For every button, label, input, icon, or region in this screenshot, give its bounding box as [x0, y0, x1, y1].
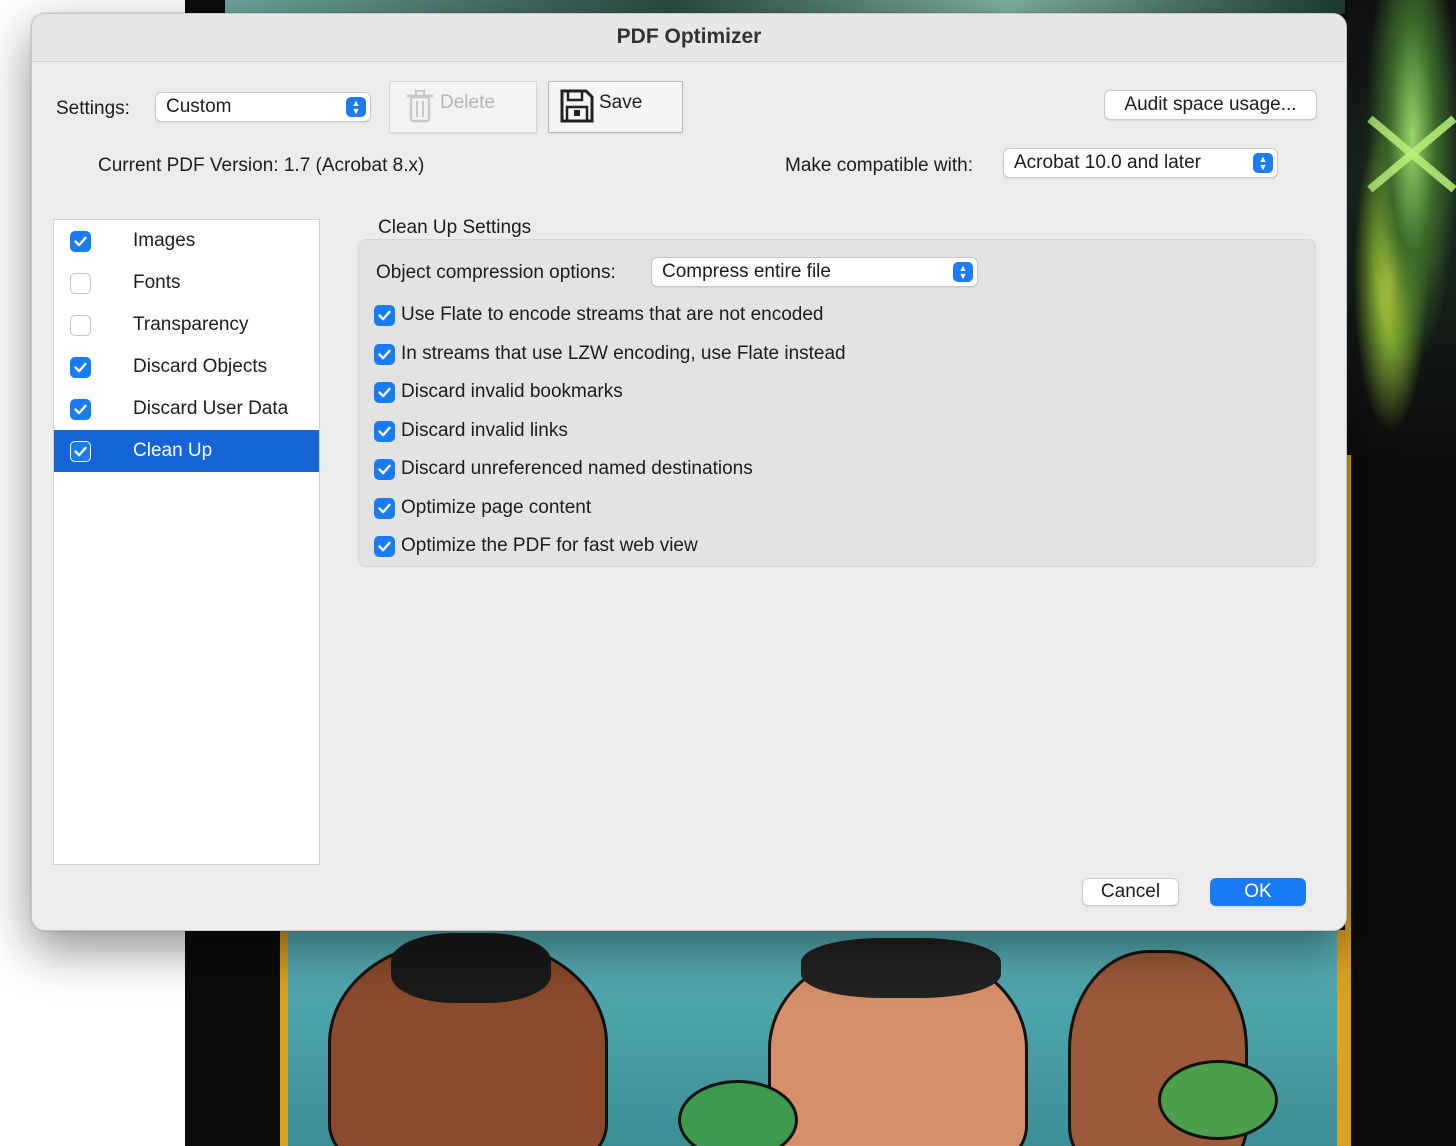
- cleanup-option[interactable]: Discard invalid links: [374, 420, 974, 444]
- cancel-button[interactable]: Cancel: [1082, 878, 1179, 906]
- save-button-label: Save: [599, 92, 643, 113]
- floppy-disk-icon: [560, 89, 594, 123]
- sidebar-item[interactable]: Fonts: [54, 262, 319, 304]
- cleanup-option[interactable]: Optimize page content: [374, 497, 974, 521]
- cleanup-option-label: Discard invalid links: [401, 419, 568, 441]
- sidebar-item-label: Discard Objects: [133, 356, 268, 377]
- cleanup-option-checkbox[interactable]: [374, 420, 395, 442]
- cleanup-option-label: Discard invalid bookmarks: [401, 381, 623, 402]
- background-art-right: [1347, 0, 1456, 460]
- category-list: Images Fonts Transparency Discard Objects Di…: [53, 219, 320, 865]
- sidebar-item-checkbox[interactable]: [70, 231, 91, 252]
- ok-button[interactable]: OK: [1210, 878, 1306, 906]
- cleanup-option-checkbox[interactable]: [374, 343, 395, 365]
- cleanup-option-label: Use Flate to encode streams that are not…: [401, 304, 824, 325]
- sidebar-item[interactable]: Transparency: [54, 304, 319, 346]
- cleanup-option-label: Discard unreferenced named destinations: [401, 458, 753, 479]
- settings-popup[interactable]: Custom ▲ ▼: [155, 92, 371, 122]
- cleanup-option[interactable]: Optimize the PDF for fast web view: [374, 535, 974, 559]
- cleanup-option[interactable]: Discard unreferenced named destinations: [374, 458, 974, 482]
- popup-arrows-icon: ▲ ▼: [346, 97, 366, 117]
- cleanup-option-checkbox[interactable]: [374, 536, 395, 557]
- settings-label: Settings:: [56, 98, 130, 119]
- sidebar-item-label: Transparency: [133, 314, 249, 335]
- cleanup-option-checkbox[interactable]: [374, 305, 395, 326]
- sidebar-item[interactable]: Images: [54, 220, 319, 262]
- cleanup-option-checkbox[interactable]: [374, 497, 395, 519]
- trash-icon: [407, 90, 433, 123]
- background-comic-panel: [280, 930, 1345, 1146]
- cleanup-settings-heading: Clean Up Settings: [378, 217, 532, 238]
- cleanup-option-checkbox[interactable]: [374, 382, 395, 403]
- cleanup-option-label: In streams that use LZW encoding, use Fl…: [401, 342, 846, 364]
- sidebar-item-label: Discard User Data: [133, 398, 289, 419]
- cleanup-option-label: Optimize page content: [401, 496, 592, 518]
- compression-options-label: Object compression options:: [376, 262, 616, 283]
- sidebar-item-label: Images: [133, 230, 196, 251]
- popup-arrows-icon: ▲ ▼: [1253, 153, 1273, 173]
- sidebar-item[interactable]: Discard User Data: [54, 388, 319, 430]
- popup-arrows-icon: ▲ ▼: [953, 262, 973, 282]
- dialog-title: PDF Optimizer: [32, 14, 1346, 62]
- cleanup-option[interactable]: Use Flate to encode streams that are not…: [374, 304, 974, 328]
- sidebar-item-label: Fonts: [133, 272, 181, 293]
- compression-popup-value: Compress entire file: [662, 261, 831, 282]
- sidebar-item[interactable]: Clean Up: [54, 430, 319, 472]
- sidebar-item-checkbox[interactable]: [70, 357, 91, 378]
- sidebar-item[interactable]: Discard Objects: [54, 346, 319, 388]
- cleanup-option[interactable]: In streams that use LZW encoding, use Fl…: [374, 343, 974, 367]
- cleanup-option-label: Optimize the PDF for fast web view: [401, 535, 698, 556]
- background-art-strip: [225, 0, 1345, 14]
- delete-button-label: Delete: [440, 92, 495, 113]
- cleanup-option[interactable]: Discard invalid bookmarks: [374, 381, 974, 405]
- make-compatible-label: Make compatible with:: [785, 155, 973, 176]
- sidebar-item-checkbox[interactable]: [70, 441, 91, 462]
- cleanup-option-checkbox[interactable]: [374, 459, 395, 480]
- sidebar-item-label: Clean Up: [133, 440, 213, 461]
- sidebar-item-checkbox[interactable]: [70, 315, 91, 336]
- settings-popup-value: Custom: [166, 96, 232, 117]
- current-pdf-version: Current PDF Version: 1.7 (Acrobat 8.x): [98, 155, 425, 176]
- cleanup-settings-group: Object compression options: Compress ent…: [358, 239, 1316, 567]
- sidebar-item-checkbox[interactable]: [70, 399, 91, 420]
- compatibility-popup-value: Acrobat 10.0 and later: [1014, 152, 1201, 173]
- pdf-optimizer-dialog: PDF Optimizer Settings: Custom ▲ ▼ Delete…: [31, 13, 1347, 931]
- audit-space-usage-button[interactable]: Audit space usage...: [1104, 90, 1317, 120]
- compression-options-popup[interactable]: Compress entire file ▲ ▼: [651, 257, 978, 287]
- compatibility-popup[interactable]: Acrobat 10.0 and later ▲ ▼: [1003, 148, 1278, 178]
- sidebar-item-checkbox[interactable]: [70, 273, 91, 294]
- save-button[interactable]: Save: [548, 81, 683, 133]
- delete-button[interactable]: Delete: [389, 81, 537, 133]
